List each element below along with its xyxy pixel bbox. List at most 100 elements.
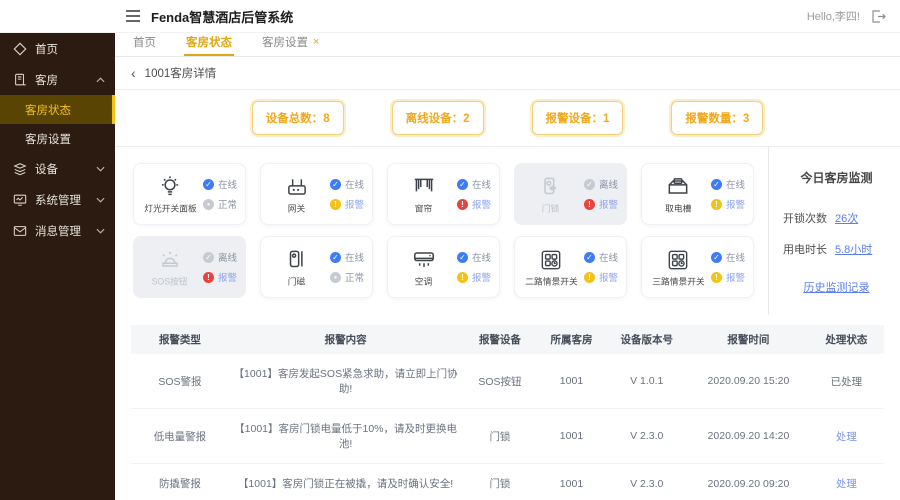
sidebar-item-home[interactable]: 首页 <box>0 33 115 64</box>
close-tab-icon[interactable]: × <box>313 36 319 48</box>
power-time-link[interactable]: 5.8小时 <box>835 241 872 257</box>
online-check-icon: ✓ <box>202 178 214 190</box>
table-header-row: 报警类型 报警内容 报警设备 所属客房 设备版本号 报警时间 处理状态 <box>131 325 884 354</box>
device-card-scene-switch-2[interactable]: 二路情景开关 ✓ 在线 ! 报警 <box>514 236 627 298</box>
stat-alarm-devices[interactable]: 报警设备：1 <box>531 101 624 135</box>
power-time-row: 用电时长 5.8小时 <box>783 241 890 257</box>
stats-row: 设备总数：8 离线设备：2 报警设备：1 报警数量：3 <box>115 90 900 147</box>
alarm-red-icon: ! <box>202 271 214 283</box>
offline-check-icon: ✓ <box>202 251 214 263</box>
chevron-down-icon <box>96 166 105 172</box>
hamburger-menu-icon[interactable] <box>125 10 141 22</box>
col-alarm-content: 报警内容 <box>228 325 463 354</box>
normal-status-icon: • <box>329 271 341 283</box>
sidebar-item-system[interactable]: 系统管理 <box>0 184 115 215</box>
online-check-icon: ✓ <box>583 251 595 263</box>
room-icon <box>13 73 27 87</box>
gateway-icon <box>284 174 310 200</box>
sidebar: 首页 客房 客房状态 客房设置 设备 系统管理 消息管理 <box>0 33 115 500</box>
device-card-power-slot[interactable]: 取电槽 ✓ 在线 ! 报警 <box>641 163 754 225</box>
door-lock-icon <box>538 174 564 200</box>
col-handle-status: 处理状态 <box>808 325 884 354</box>
col-room: 所属客房 <box>537 325 606 354</box>
alarm-yellow-icon: ! <box>583 271 595 283</box>
online-check-icon: ✓ <box>710 251 722 263</box>
tab-bar: 首页 客房状态 客房设置 × <box>115 33 900 57</box>
alarm-red-icon: ! <box>456 198 468 210</box>
back-icon[interactable]: ‹ <box>131 66 136 80</box>
stat-offline-devices[interactable]: 离线设备：2 <box>391 101 484 135</box>
stat-alarm-count[interactable]: 报警数量：3 <box>671 101 764 135</box>
chevron-up-icon <box>96 76 105 83</box>
home-icon <box>13 42 27 56</box>
alarm-yellow-icon: ! <box>710 198 722 210</box>
monitor-title: 今日客房监测 <box>800 171 873 185</box>
alarm-yellow-icon: ! <box>329 198 341 210</box>
device-card-gateway[interactable]: 网关 ✓ 在线 ! 报警 <box>260 163 373 225</box>
unlock-count-row: 开锁次数 26次 <box>783 210 890 226</box>
device-card-door-sensor[interactable]: 门磁 ✓ 在线 • 正常 <box>260 236 373 298</box>
app-title: Fenda智慧酒店后管系统 <box>151 9 294 25</box>
unlock-count-link[interactable]: 26次 <box>835 210 858 226</box>
sidebar-item-messages[interactable]: 消息管理 <box>0 215 115 246</box>
sidebar-item-room-settings[interactable]: 客房设置 <box>0 124 115 153</box>
message-icon <box>13 224 27 238</box>
device-grid: 灯光开关面板 ✓ 在线 • 正常 网关 ✓ 在线 ! 报警 窗帘 ✓ 在线 ! … <box>115 147 768 315</box>
online-check-icon: ✓ <box>710 178 722 190</box>
handle-link[interactable]: 处理 <box>808 408 884 464</box>
col-device-version: 设备版本号 <box>605 325 689 354</box>
tab-room-status[interactable]: 客房状态 <box>184 34 234 56</box>
page-title: 1001客房详情 <box>144 68 217 80</box>
chevron-down-icon <box>96 197 105 203</box>
table-row: SOS警报 【1001】客房发起SOS紧急求助，请立即上门协助! SOS按钮 1… <box>131 354 884 409</box>
device-card-sos-button[interactable]: SOS按钮 ✓ 离线 ! 报警 <box>133 236 246 298</box>
alarm-table: 报警类型 报警内容 报警设备 所属客房 设备版本号 报警时间 处理状态 SOS警… <box>131 325 884 500</box>
handle-link[interactable]: 处理 <box>809 464 884 500</box>
alarm-yellow-icon: ! <box>710 271 722 283</box>
power-slot-icon <box>665 174 691 200</box>
device-card-curtain[interactable]: 窗帘 ✓ 在线 ! 报警 <box>387 163 500 225</box>
logout-icon[interactable] <box>870 9 886 24</box>
online-check-icon: ✓ <box>329 178 341 190</box>
online-check-icon: ✓ <box>456 251 468 263</box>
tab-room-settings[interactable]: 客房设置 × <box>260 34 321 56</box>
alarm-red-icon: ! <box>583 198 595 210</box>
device-card-light-panel[interactable]: 灯光开关面板 ✓ 在线 • 正常 <box>133 163 246 225</box>
door-sensor-icon <box>284 247 310 273</box>
system-icon <box>13 193 27 207</box>
offline-check-icon: ✓ <box>583 178 595 190</box>
device-card-door-lock[interactable]: 门锁 ✓ 离线 ! 报警 <box>514 163 627 225</box>
monitor-panel: 今日客房监测 开锁次数 26次 用电时长 5.8小时 历史监测记录 <box>768 147 900 315</box>
chevron-down-icon <box>96 228 105 234</box>
scene-switch-icon <box>665 247 691 273</box>
device-card-scene-switch-3[interactable]: 三路情景开关 ✓ 在线 ! 报警 <box>641 236 754 298</box>
col-alarm-device: 报警设备 <box>462 325 538 354</box>
breadcrumb: ‹ 1001客房详情 <box>115 57 900 90</box>
table-row: 低电量警报 【1001】客房门锁电量低于10%，请及时更换电池! 门锁 1001… <box>131 408 884 464</box>
online-check-icon: ✓ <box>329 251 341 263</box>
sidebar-item-room-status[interactable]: 客房状态 <box>0 95 115 124</box>
curtain-icon <box>411 174 437 200</box>
col-alarm-time: 报警时间 <box>688 325 809 354</box>
top-bar: Fenda智慧酒店后管系统 Hello,李四! <box>0 0 900 33</box>
col-alarm-type: 报警类型 <box>131 325 229 354</box>
history-records-link[interactable]: 历史监测记录 <box>783 279 890 295</box>
sos-button-icon <box>157 247 183 273</box>
device-card-air-conditioner[interactable]: 空调 ✓ 在线 ! 报警 <box>387 236 500 298</box>
table-row: 防撬警报 【1001】客房门锁正在被撬，请及时确认安全! 门锁 1001 V 2… <box>131 464 884 500</box>
air-conditioner-icon <box>411 247 437 273</box>
alarm-yellow-icon: ! <box>456 271 468 283</box>
device-icon <box>13 162 27 176</box>
sidebar-item-devices[interactable]: 设备 <box>0 153 115 184</box>
user-greeting: Hello,李四! <box>806 11 860 23</box>
scene-switch-icon <box>538 247 564 273</box>
stat-total-devices[interactable]: 设备总数：8 <box>251 101 344 135</box>
tab-home[interactable]: 首页 <box>131 34 158 56</box>
light-panel-icon <box>157 174 183 200</box>
normal-status-icon: • <box>202 198 214 210</box>
sidebar-item-rooms[interactable]: 客房 <box>0 64 115 95</box>
handled-status: 已处理 <box>808 354 884 409</box>
online-check-icon: ✓ <box>456 178 468 190</box>
app-window: Fenda智慧酒店后管系统 Hello,李四! 首页 客房 客房状态 客房设置 … <box>0 0 900 500</box>
main-area: 首页 客房状态 客房设置 × ‹ 1001客房详情 设备总数：8 离线设备：2 … <box>115 33 900 500</box>
